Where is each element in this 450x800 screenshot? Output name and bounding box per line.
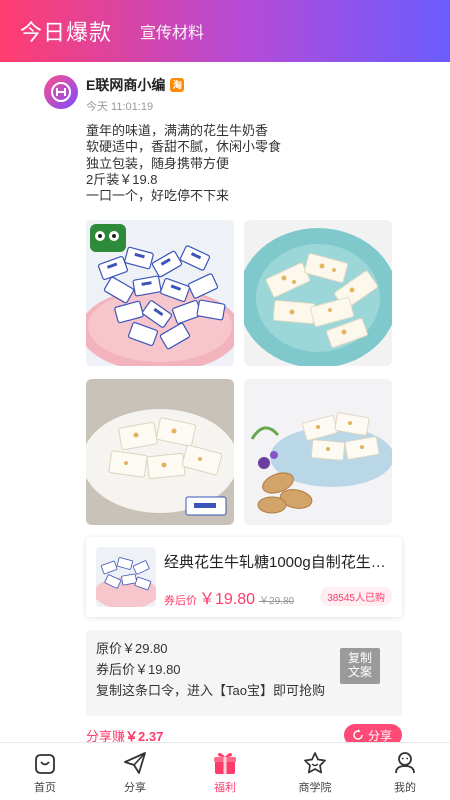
description-line: 2斤装￥19.8: [86, 171, 158, 187]
sold-count-badge: 38545人已购: [320, 587, 392, 606]
description-line: 童年的味道，满满的花生牛奶香: [86, 123, 269, 138]
home-icon: [35, 754, 55, 774]
product-card[interactable]: 经典花生牛轧糖1000g自制花生牛... 券后价 ￥19.80 ￥29.80 3…: [86, 537, 402, 617]
tab-promo-materials[interactable]: 宣传材料: [140, 19, 204, 43]
description-line: 独立包装，随身携带方便: [86, 155, 230, 171]
post-time: 今天 11:01:19: [86, 101, 154, 113]
description-line: 软硬适中，香甜不腻，休闲小零食: [86, 139, 282, 155]
tab-today-hot[interactable]: 今日爆款: [20, 15, 112, 47]
nav-label: 福利: [214, 782, 236, 794]
post-description: 童年的味道，满满的花生牛奶香 软硬适中，香甜不腻，休闲小零食 独立包装，随身携带…: [86, 123, 281, 204]
bottom-navigation: 首页 分享 福利 商学院 我的: [0, 742, 450, 800]
nav-label: 我的: [394, 782, 416, 794]
nav-label: 商学院: [298, 782, 332, 794]
nav-item-home[interactable]: 首页: [0, 743, 90, 800]
product-thumbnail[interactable]: [96, 547, 156, 607]
brand-logo-icon: [51, 82, 71, 102]
promo-copy-box: 原价￥29.80 券后价￥19.80 复制这条口令，进入【Tao宝】即可抢购 复…: [86, 630, 402, 716]
copy-button-line: 文案: [347, 665, 372, 679]
coupon-price: ￥19.80: [199, 591, 256, 608]
nav-label: 分享: [124, 782, 146, 794]
nav-label: 首页: [34, 782, 56, 794]
product-image-nougat-peanuts[interactable]: [244, 379, 392, 525]
taobao-badge-icon: 淘: [170, 78, 185, 92]
star-icon: [304, 752, 326, 774]
share-button-label: 分享: [367, 728, 392, 743]
user-icon: [395, 752, 415, 774]
nav-item-mine[interactable]: 我的: [360, 743, 450, 800]
author-name-row: E联网商小编 淘: [86, 75, 185, 95]
nav-item-share[interactable]: 分享: [90, 743, 180, 800]
product-image-wrapped-candies[interactable]: [86, 220, 234, 366]
product-image-nougat-blue-plate[interactable]: [244, 220, 392, 366]
nav-item-academy[interactable]: 商学院: [270, 743, 360, 800]
price-row: 券后价 ￥19.80 ￥29.80: [164, 585, 294, 609]
share-icon: [353, 729, 363, 740]
original-price: ￥29.80: [259, 596, 295, 607]
gift-icon: [214, 753, 236, 774]
author-name: E联网商小编: [86, 77, 166, 93]
avatar[interactable]: [44, 75, 78, 109]
nav-item-welfare[interactable]: 福利: [180, 743, 270, 800]
paper-plane-icon: [124, 752, 146, 774]
product-image-grid: [86, 220, 392, 525]
product-image-nougat-white-plate[interactable]: [86, 379, 234, 525]
top-header: 今日爆款 宣传材料: [0, 0, 450, 62]
post-author: E联网商小编 淘 今天 11:01:19: [44, 75, 185, 114]
copy-text-button[interactable]: 复制 文案: [340, 648, 380, 684]
coupon-price-label: 券后价: [164, 595, 197, 607]
copy-button-line: 复制: [347, 651, 372, 665]
product-title[interactable]: 经典花生牛轧糖1000g自制花生牛...: [164, 551, 392, 572]
description-line: 一口一个，好吃停不下来: [86, 188, 230, 204]
